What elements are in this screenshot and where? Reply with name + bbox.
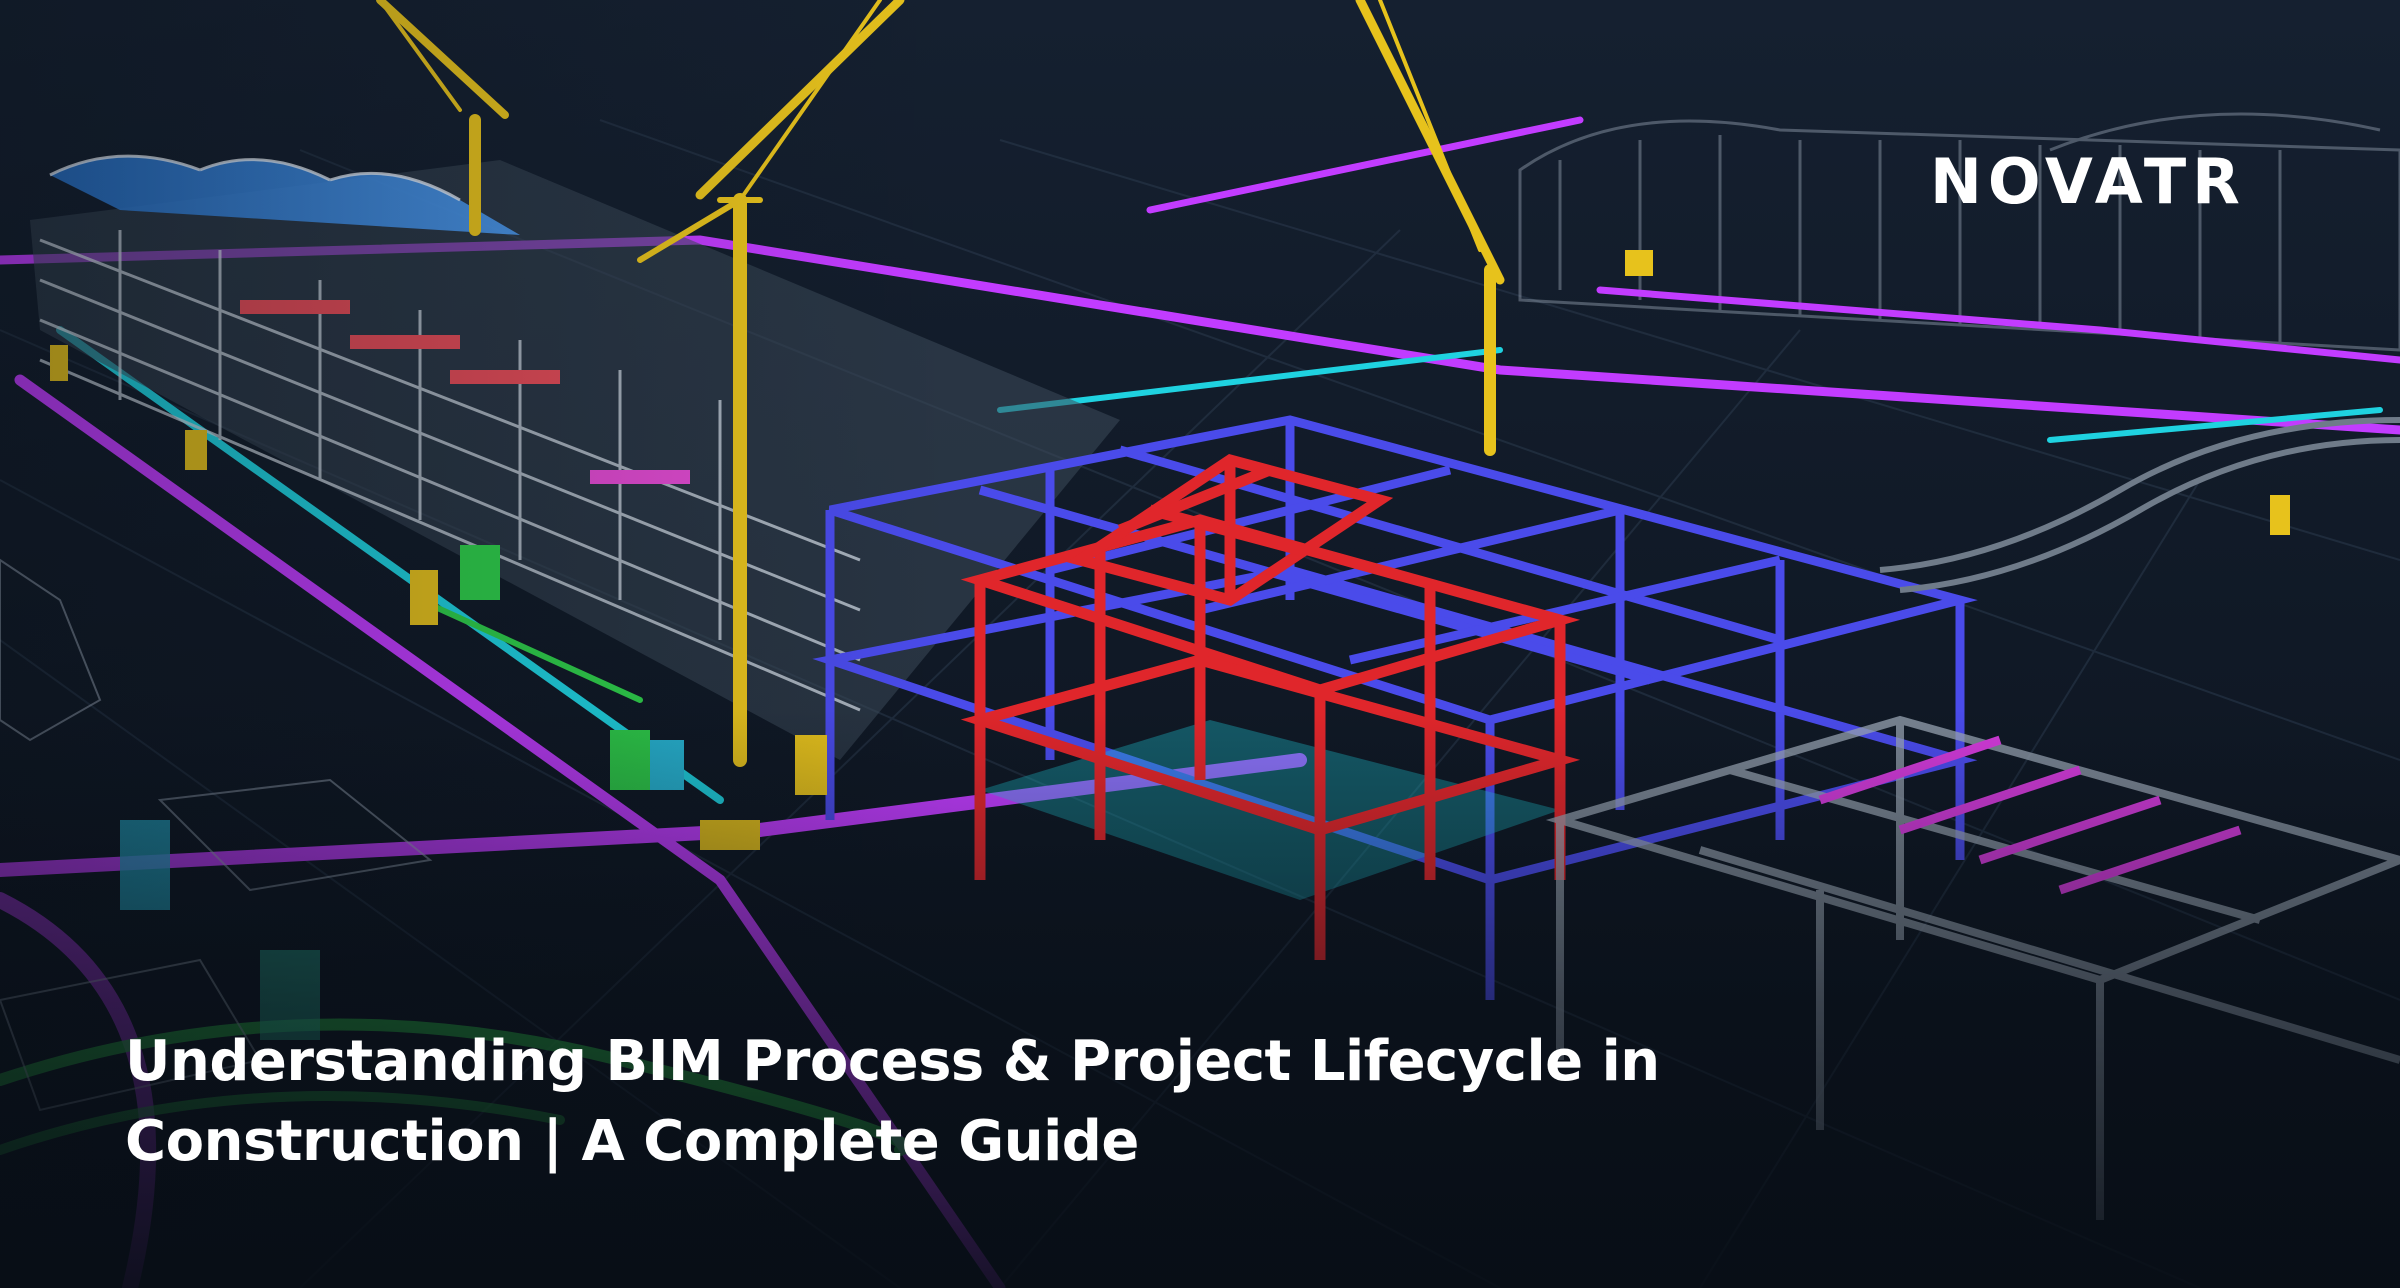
banner: NOVATR Understanding BIM Process & Proje… — [0, 0, 2400, 1288]
headline: Understanding BIM Process & Project Life… — [125, 1029, 1660, 1174]
novatr-logo: NOVATR — [1930, 145, 2246, 218]
